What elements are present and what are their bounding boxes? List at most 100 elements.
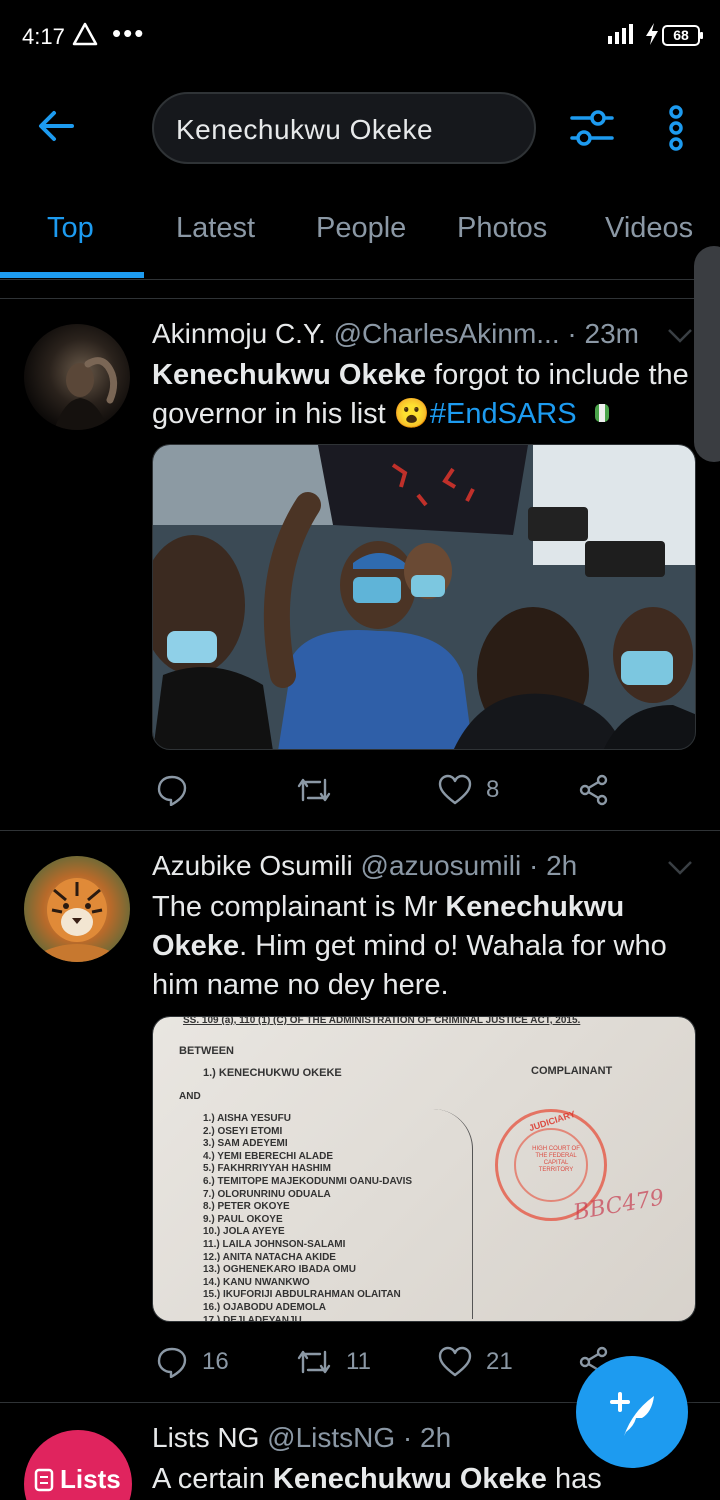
reply-count: 16: [202, 1348, 229, 1375]
reply-button[interactable]: 16: [156, 1342, 229, 1382]
avatar[interactable]: [24, 856, 130, 962]
tweet-photo[interactable]: SS. 109 (a), 110 (1) (C) OF THE ADMINIST…: [152, 1016, 696, 1322]
defendant-item: 6.) TEMITOPE MAJEKODUNMI OANU-DAVIS: [203, 1175, 413, 1187]
defendant-item: 4.) YEMI EBERECHI ALADE: [203, 1150, 334, 1162]
defendant-item: 16.) OJABODU ADEMOLA: [203, 1301, 326, 1313]
search-input-value[interactable]: Kenechukwu Okeke: [176, 114, 433, 146]
tweet-text: Kenechukwu Okeke forgot to include the g…: [152, 356, 702, 434]
search-tabs: Top Latest People Photos Videos: [0, 190, 720, 280]
defendant-item: 17.) DEJI ADEYANJU: [203, 1314, 302, 1322]
status-bar: 4:17 ••• 68: [0, 0, 720, 72]
document-between: BETWEEN: [179, 1045, 234, 1057]
document-header: SS. 109 (a), 110 (1) (C) OF THE ADMINIST…: [183, 1016, 581, 1026]
tweet-text-body: The complainant is Mr: [152, 891, 446, 923]
protest-photo: [153, 445, 695, 749]
document-and: AND: [179, 1091, 201, 1102]
notification-dots-icon: •••: [112, 18, 146, 48]
tweet-text-body: A certain: [152, 1463, 273, 1495]
defendant-item: 9.) PAUL OKOYE: [203, 1213, 283, 1225]
defendant-item: 12.) ANITA NATACHA AKIDE: [203, 1251, 336, 1263]
defendant-item: 11.) LAILA JOHNSON-SALAMI: [203, 1238, 346, 1250]
tweet-time: · 2h: [529, 850, 578, 881]
defendant-item: 15.) IKUFORIJI ABDULRAHMAN OLAITAN: [203, 1289, 401, 1301]
fist-emoji-icon: [594, 404, 609, 422]
reply-icon: [157, 775, 187, 806]
tweet-actions: 8: [152, 770, 712, 810]
tweet-time: · 2h: [402, 1422, 452, 1453]
tab-top[interactable]: Top: [47, 212, 94, 245]
document-plaintiff: 1.) KENECHUKWU OKEKE: [203, 1067, 342, 1079]
tiger-avatar-photo: [42, 878, 112, 962]
filter-settings-icon[interactable]: [568, 104, 616, 152]
avatar[interactable]: [24, 324, 130, 430]
seal-text: HIGH COURT OF THE FEDERAL CAPITAL TERRIT…: [532, 1146, 580, 1173]
compose-feather-icon: [610, 1392, 654, 1436]
divider: [0, 830, 720, 831]
search-field[interactable]: Kenechukwu Okeke: [152, 92, 536, 164]
tab-photos[interactable]: Photos: [457, 212, 547, 245]
tweet-header: Akinmoju C.Y. @CharlesAkinm... · 23m: [152, 318, 639, 350]
hashtag-link[interactable]: #EndSARS: [430, 398, 577, 430]
defendant-item: 14.) KANU NWANKWO: [203, 1276, 310, 1288]
like-count: 8: [486, 776, 500, 803]
more-options-icon[interactable]: [664, 104, 688, 152]
retweet-count: 11: [346, 1348, 371, 1375]
search-highlight: Kenechukwu Okeke: [272, 1463, 547, 1495]
like-button[interactable]: 21: [438, 1342, 513, 1382]
retweet-icon: [297, 1350, 331, 1374]
defendant-item: 10.) JOLA AYEYE: [203, 1226, 285, 1238]
tweet-time: · 23m: [567, 318, 639, 349]
defendant-item: 5.) FAKHRRIYYAH HASHIM: [203, 1163, 331, 1175]
compose-tweet-button[interactable]: [576, 1356, 688, 1468]
heart-icon: [438, 774, 472, 805]
tab-videos[interactable]: Videos: [605, 212, 693, 245]
author-name[interactable]: Azubike Osumili: [152, 850, 353, 881]
search-highlight: Kenechukwu Okeke: [152, 359, 426, 391]
status-time: 4:17: [22, 24, 65, 49]
tweet-header: Lists NG @ListsNG · 2h: [152, 1422, 451, 1454]
defendant-item: 3.) SAM ADEYEMI: [203, 1138, 288, 1150]
back-arrow-icon[interactable]: [36, 106, 76, 146]
tweet-text: The complainant is Mr Kenechukwu Okeke. …: [152, 888, 702, 1005]
share-icon: [579, 774, 608, 806]
tweet-photo[interactable]: [152, 444, 696, 750]
avatar-photo: [54, 357, 118, 430]
charging-icon: [646, 23, 658, 45]
author-handle[interactable]: @ListsNG: [267, 1422, 395, 1453]
defendant-item: 13.) OGHENEKARO IBADA OMU: [203, 1264, 356, 1276]
defendant-item: 7.) OLORUNRINU ODUALA: [203, 1188, 331, 1200]
chevron-down-icon[interactable]: [666, 858, 694, 878]
reply-icon: [157, 1347, 187, 1378]
author-name[interactable]: Lists NG: [152, 1422, 259, 1453]
tab-latest[interactable]: Latest: [176, 212, 255, 245]
lists-logo: Lists: [34, 1464, 121, 1495]
tweet-header: Azubike Osumili @azuosumili · 2h: [152, 850, 577, 882]
tab-people[interactable]: People: [316, 212, 406, 245]
chevron-down-icon[interactable]: [666, 326, 694, 346]
retweet-button[interactable]: [296, 770, 346, 810]
author-handle[interactable]: @azuosumili: [361, 850, 522, 881]
signal-icon: [608, 24, 633, 44]
court-document-image: SS. 109 (a), 110 (1) (C) OF THE ADMINIST…: [153, 1016, 695, 1322]
author-name[interactable]: Akinmoju C.Y.: [152, 318, 326, 349]
defendants-list: 1.) AISHA YESUFU 2.) OSEYI ETOMI 3.) SAM A…: [203, 1113, 413, 1322]
like-button[interactable]: 8: [438, 770, 499, 810]
battery-level: 68: [662, 25, 703, 46]
defendant-item: 1.) AISHA YESUFU: [203, 1113, 291, 1124]
share-button[interactable]: [578, 770, 610, 810]
retweet-icon: [297, 778, 331, 802]
like-count: 21: [486, 1348, 513, 1375]
author-handle[interactable]: @CharlesAkinm...: [334, 318, 560, 349]
divider: [0, 298, 720, 299]
reply-button[interactable]: [156, 770, 202, 810]
avatar-label: Lists: [60, 1464, 121, 1494]
active-tab-indicator: [0, 272, 144, 278]
warning-icon: [72, 22, 98, 46]
document-complainant: COMPLAINANT: [531, 1065, 613, 1077]
defendant-item: 8.) PETER OKOYE: [203, 1201, 290, 1213]
retweet-button[interactable]: 11: [296, 1342, 371, 1382]
heart-icon: [438, 1346, 472, 1377]
list-icon: [34, 1468, 54, 1491]
defendant-item: 2.) OSEYI ETOMI: [203, 1125, 283, 1137]
bracket-line: [433, 1109, 473, 1319]
